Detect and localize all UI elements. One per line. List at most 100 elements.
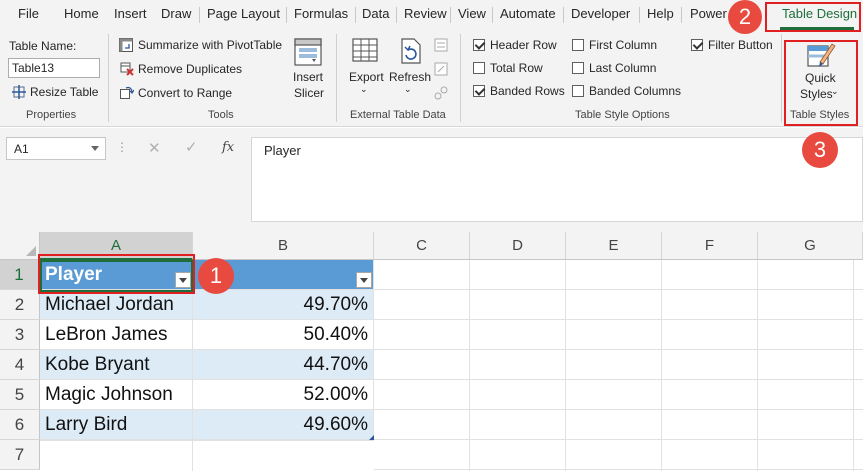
total-row-checkbox[interactable]: [473, 62, 485, 74]
first-column-label: First Column: [589, 38, 658, 52]
row-header-1[interactable]: 1: [0, 260, 40, 290]
banded-columns-checkbox[interactable]: [572, 85, 584, 97]
select-all-button[interactable]: [0, 232, 40, 260]
last-column-checkbox[interactable]: [572, 62, 584, 74]
total-row-label: Total Row: [490, 61, 543, 75]
banded-rows-checkbox[interactable]: [473, 85, 485, 97]
row-header-3[interactable]: 3: [0, 320, 40, 350]
tab-file[interactable]: File: [18, 6, 39, 21]
group-separator: [108, 34, 109, 122]
row-header-4[interactable]: 4: [0, 350, 40, 380]
table-cell[interactable]: Kobe Bryant: [40, 350, 193, 380]
unlink-icon: [434, 86, 448, 100]
refresh-icon: [401, 38, 421, 64]
chevron-down-icon[interactable]: [91, 146, 99, 151]
row-header-6[interactable]: 6: [0, 410, 40, 440]
tab-separator: [639, 7, 640, 23]
pivot-table-icon: [119, 38, 133, 52]
open-in-browser-icon: [434, 62, 448, 76]
group-title-external-table-data: External Table Data: [350, 109, 446, 121]
tab-separator: [286, 7, 287, 23]
tab-page-layout[interactable]: Page Layout: [207, 6, 280, 21]
drag-handle-icon[interactable]: ⋮: [116, 140, 128, 154]
header-row-label: Header Row: [490, 38, 557, 52]
table-name-input[interactable]: Table13: [8, 58, 100, 78]
export-icon: [352, 38, 378, 62]
table-cell[interactable]: Michael Jordan: [40, 290, 193, 320]
filter-button-label: Filter Button: [708, 38, 773, 52]
last-column-label: Last Column: [589, 61, 657, 75]
filter-dropdown-button[interactable]: [356, 272, 372, 288]
resize-table-button[interactable]: Resize Table: [30, 85, 98, 99]
insert-slicer-label-2: Slicer: [294, 86, 325, 100]
tab-review[interactable]: Review: [404, 6, 447, 21]
cancel-icon[interactable]: ✕: [148, 139, 161, 157]
formula-bar: A1 ⋮ ✕ ✓ fx Player: [0, 128, 863, 232]
callout-badge-3: 3: [802, 132, 838, 168]
tab-separator: [355, 7, 356, 23]
empty-cells[interactable]: [374, 260, 863, 471]
table-name-label: Table Name:: [9, 39, 77, 53]
tab-draw[interactable]: Draw: [161, 6, 191, 21]
table-cell[interactable]: 52.00%: [193, 380, 374, 410]
remove-duplicates-icon: [120, 62, 134, 76]
column-header-c[interactable]: C: [374, 232, 470, 260]
table-cell[interactable]: LeBron James: [40, 320, 193, 350]
callout-box-table-design-tab: [765, 2, 861, 32]
tab-separator: [396, 7, 397, 23]
tab-formulas[interactable]: Formulas: [294, 6, 348, 21]
chevron-down-icon: ⌄: [360, 84, 368, 94]
table-cell[interactable]: 49.60%: [193, 410, 374, 440]
row-header-7[interactable]: 7: [0, 440, 40, 470]
callout-box-quick-styles: [784, 40, 858, 126]
tab-separator: [563, 7, 564, 23]
tab-view[interactable]: View: [458, 6, 486, 21]
tab-separator: [199, 7, 200, 23]
column-header-e[interactable]: E: [566, 232, 662, 260]
ribbon: Table Name: Table13 Resize Table Propert…: [0, 30, 863, 127]
check-icon[interactable]: ✓: [185, 138, 198, 156]
properties-icon: [434, 38, 448, 52]
formula-input[interactable]: Player: [251, 137, 863, 222]
summarize-pivot-button[interactable]: Summarize with PivotTable: [138, 38, 282, 52]
column-header-g[interactable]: G: [758, 232, 863, 260]
tab-separator: [492, 7, 493, 23]
table-resize-handle[interactable]: [369, 435, 374, 440]
tab-separator: [681, 7, 682, 23]
tab-automate[interactable]: Automate: [500, 6, 556, 21]
insert-slicer-button[interactable]: Insert: [293, 70, 323, 84]
table-cell[interactable]: Larry Bird: [40, 410, 193, 440]
callout-badge-1: 1: [198, 258, 234, 294]
export-button[interactable]: Export: [349, 70, 384, 84]
table-cell[interactable]: 50.40%: [193, 320, 374, 350]
column-header-f[interactable]: F: [662, 232, 758, 260]
name-box[interactable]: A1: [6, 137, 106, 160]
first-column-checkbox[interactable]: [572, 39, 584, 51]
table-row[interactable]: [40, 440, 374, 471]
filter-button-checkbox[interactable]: [691, 39, 703, 51]
callout-badge-2: 2: [728, 0, 762, 34]
row-header-5[interactable]: 5: [0, 380, 40, 410]
table-cell[interactable]: 49.70%: [193, 290, 374, 320]
tab-insert[interactable]: Insert: [114, 6, 147, 21]
refresh-button[interactable]: Refresh: [389, 70, 431, 84]
group-separator: [336, 34, 337, 122]
column-header-b[interactable]: B: [193, 232, 374, 260]
insert-function-icon[interactable]: fx: [222, 140, 234, 155]
tab-data[interactable]: Data: [362, 6, 389, 21]
group-title-properties: Properties: [26, 109, 77, 121]
remove-duplicates-button[interactable]: Remove Duplicates: [138, 62, 242, 76]
row-header-2[interactable]: 2: [0, 290, 40, 320]
insert-slicer-icon: [294, 38, 322, 66]
tab-home[interactable]: Home: [64, 6, 99, 21]
name-box-value: A1: [14, 142, 29, 156]
tab-developer[interactable]: Developer: [571, 6, 630, 21]
formula-buttons: ✕ ✓ fx: [138, 137, 246, 160]
convert-to-range-button[interactable]: Convert to Range: [138, 86, 232, 100]
table-cell[interactable]: Magic Johnson: [40, 380, 193, 410]
banded-rows-label: Banded Rows: [490, 84, 565, 98]
header-row-checkbox[interactable]: [473, 39, 485, 51]
table-cell[interactable]: 44.70%: [193, 350, 374, 380]
column-header-d[interactable]: D: [470, 232, 566, 260]
tab-help[interactable]: Help: [647, 6, 674, 21]
